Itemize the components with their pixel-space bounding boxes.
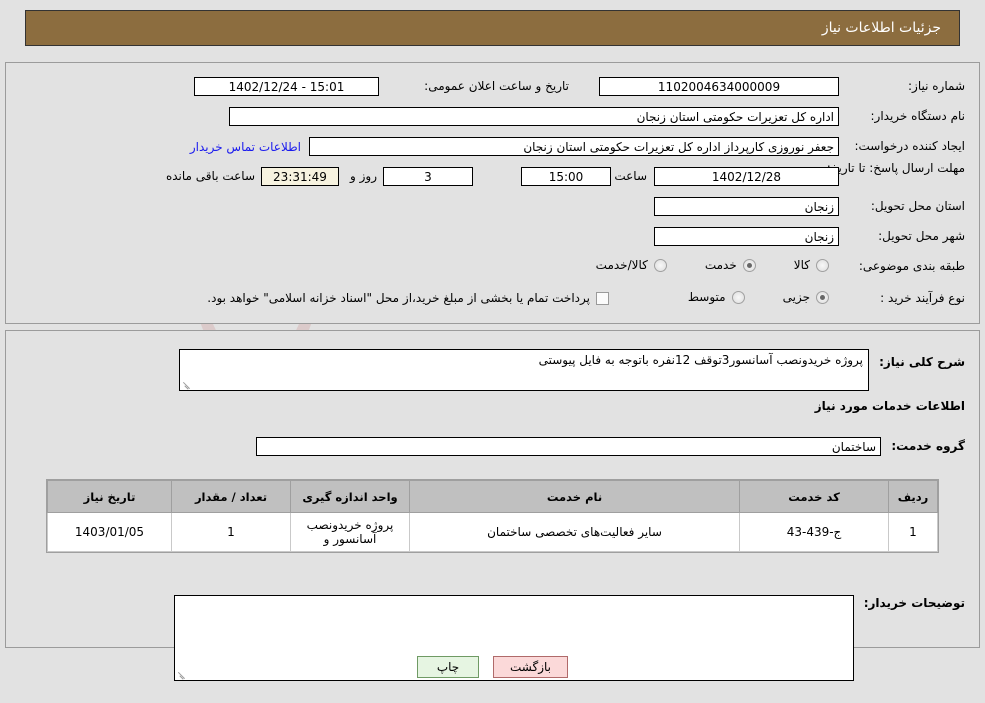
col-unit: واحد اندازه گیری — [290, 480, 410, 513]
delivery-province-value: زنجان — [654, 197, 839, 216]
need-number-value: 1102004634000009 — [599, 77, 839, 96]
request-creator-label: ایجاد کننده درخواست: — [854, 139, 965, 153]
buyer-org-value: اداره کل تعزیرات حکومتی استان زنجان — [229, 107, 839, 126]
process-type-option-motavasset[interactable]: متوسط — [688, 290, 745, 304]
action-button-bar: بازگشت چاپ — [0, 656, 985, 678]
table-row[interactable]: 1 ج-439-43 سایر فعالیت‌های تخصصی ساختمان… — [47, 512, 938, 552]
deadline-label: مهلت ارسال پاسخ: تا تاریخ: — [826, 161, 965, 175]
checkbox-icon[interactable] — [596, 291, 609, 305]
radio-icon[interactable] — [653, 258, 667, 272]
option-label: جزیی — [782, 290, 810, 304]
delivery-city-value: زنجان — [654, 227, 839, 246]
col-service-code: کد خدمت — [739, 480, 889, 513]
page-title: جزئیات اطلاعات نیاز — [821, 20, 941, 36]
treasury-docs-checkbox-row[interactable]: پرداخت تمام یا بخشی از مبلغ خرید،از محل … — [207, 291, 609, 305]
remaining-days-value: 3 — [383, 167, 473, 186]
service-group-label: گروه خدمت: — [891, 439, 965, 453]
page-header-bar: جزئیات اطلاعات نیاز — [25, 10, 960, 46]
services-table-wrapper: ردیف کد خدمت نام خدمت واحد اندازه گیری ت… — [46, 479, 939, 553]
resize-grip-icon[interactable] — [182, 379, 192, 389]
classification-label: طبقه بندی موضوعی: — [858, 259, 965, 273]
general-description-label: شرح کلی نیاز: — [879, 355, 965, 369]
table-header-row: ردیف کد خدمت نام خدمت واحد اندازه گیری ت… — [47, 480, 938, 513]
deadline-hour-label: ساعت — [614, 169, 647, 183]
radio-icon[interactable] — [816, 258, 829, 272]
deadline-time-value: 15:00 — [521, 167, 611, 186]
remaining-suffix-label: ساعت باقی مانده — [165, 169, 255, 183]
remaining-countdown: 23:31:49 — [261, 167, 339, 186]
services-section-title: اطلاعات خدمات مورد نیاز — [814, 399, 965, 413]
back-button[interactable]: بازگشت — [493, 656, 568, 678]
col-need-date: تاریخ نیاز — [47, 480, 172, 513]
classification-option-kala-khedmat[interactable]: کالا/خدمت — [596, 258, 667, 272]
option-label: کالا — [793, 258, 810, 272]
radio-icon[interactable] — [816, 290, 829, 304]
radio-icon[interactable] — [742, 258, 756, 272]
classification-option-khedmat[interactable]: خدمت — [705, 258, 756, 272]
print-button[interactable]: چاپ — [417, 656, 479, 678]
classification-option-kala[interactable]: کالا — [794, 258, 829, 272]
option-label: کالا/خدمت — [595, 258, 648, 272]
radio-icon[interactable] — [731, 290, 745, 304]
cell-need-date: 1403/01/05 — [47, 512, 172, 552]
need-summary-panel: شماره نیاز: 1102004634000009 تاریخ و ساع… — [5, 62, 980, 324]
general-description-textarea[interactable]: پروژه خریدونصب آسانسور3توقف 12نفره باتوج… — [179, 349, 869, 391]
announce-datetime-value: 15:01 - 1402/12/24 — [194, 77, 379, 96]
delivery-province-label: استان محل تحویل: — [870, 199, 965, 213]
general-description-value: پروژه خریدونصب آسانسور3توقف 12نفره باتوج… — [538, 353, 863, 367]
process-type-label: نوع فرآیند خرید : — [880, 291, 965, 305]
col-index: ردیف — [888, 480, 938, 513]
service-group-value: ساختمان — [256, 437, 881, 456]
col-service-name: نام خدمت — [409, 480, 740, 513]
services-table: ردیف کد خدمت نام خدمت واحد اندازه گیری ت… — [47, 480, 938, 552]
process-type-radio-group[interactable]: جزیی متوسط — [688, 290, 829, 304]
cell-service-code: ج-439-43 — [739, 512, 889, 552]
need-number-label: شماره نیاز: — [908, 79, 965, 93]
buyer-org-label: نام دستگاه خریدار: — [870, 109, 966, 123]
treasury-docs-label: پرداخت تمام یا بخشی از مبلغ خرید،از محل … — [207, 291, 590, 305]
classification-radio-group[interactable]: کالا خدمت کالا/خدمت — [596, 258, 829, 272]
cell-unit: پروژه خریدونصب آسانسور و — [290, 512, 410, 552]
cell-service-name: سایر فعالیت‌های تخصصی ساختمان — [409, 512, 740, 552]
need-details-panel: شرح کلی نیاز: پروژه خریدونصب آسانسور3توق… — [5, 330, 980, 681]
request-creator-value: جعفر نوروزی کارپرداز اداره کل تعزیرات حک… — [309, 137, 839, 156]
col-quantity: تعداد / مقدار — [171, 480, 291, 513]
remaining-days-suffix: روز و — [350, 169, 377, 183]
cell-index: 1 — [888, 512, 938, 552]
buyer-contact-link[interactable]: اطلاعات تماس خریدار — [190, 140, 301, 154]
option-label: متوسط — [687, 290, 726, 304]
option-label: خدمت — [704, 258, 737, 272]
delivery-city-label: شهر محل تحویل: — [878, 229, 965, 243]
process-type-option-jozii[interactable]: جزیی — [783, 290, 829, 304]
cell-quantity: 1 — [171, 512, 291, 552]
announce-datetime-label: تاریخ و ساعت اعلان عمومی: — [424, 79, 569, 93]
buyer-notes-label: توضیحات خریدار: — [863, 596, 965, 610]
deadline-date-value: 1402/12/28 — [654, 167, 839, 186]
